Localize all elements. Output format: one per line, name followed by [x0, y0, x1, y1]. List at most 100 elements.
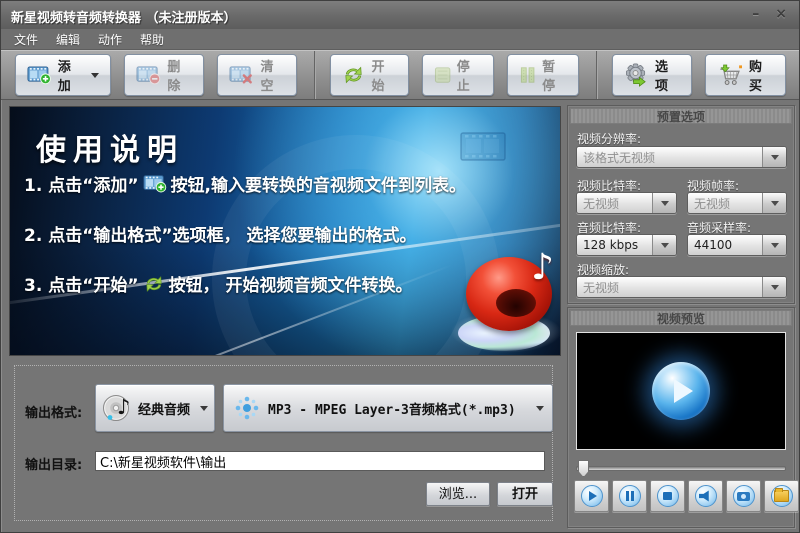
- usage-instructions-panel: 使用说明 1. 点击“添加” 按钮,输入要转换的音视频文件到列表。 2. 点击“…: [9, 106, 561, 356]
- add-video-icon: [27, 65, 52, 85]
- pause-button-label: 暂停: [542, 56, 567, 94]
- instruction-line-1-post: 按钮,输入要转换的音视频文件到列表。: [171, 171, 466, 196]
- instruction-line-3-post: 按钮， 开始视频音频文件转换。: [169, 271, 413, 296]
- audio-bitrate-dropdown[interactable]: 128 kbps: [576, 234, 677, 256]
- preview-snapshot-button[interactable]: [726, 480, 761, 512]
- folder-icon: [771, 485, 793, 507]
- instruction-line-3-pre: 3. 点击“开始”: [24, 271, 139, 296]
- instructions-heading: 使用说明: [36, 125, 184, 169]
- music-note-icon: [531, 247, 554, 288]
- red-music-disc-graphic: [458, 255, 558, 351]
- preview-controls: [574, 480, 799, 512]
- dropdown-arrow-icon[interactable]: [652, 193, 676, 213]
- instruction-line-1-pre: 1. 点击“添加”: [24, 171, 139, 196]
- seek-slider[interactable]: [576, 460, 786, 476]
- format-dropdown-arrow-icon[interactable]: [536, 406, 544, 411]
- stop-icon: [657, 485, 679, 507]
- options-button[interactable]: 选项: [612, 54, 692, 96]
- toolbar: 添加 删除 清空: [1, 50, 799, 100]
- pause-icon: [519, 66, 536, 84]
- output-dir-label: 输出目录:: [25, 454, 82, 473]
- refresh-inline-icon: [143, 275, 165, 293]
- stop-button-label: 停止: [457, 56, 482, 94]
- dropdown-arrow-icon[interactable]: [762, 147, 786, 167]
- instruction-line-1: 1. 点击“添加” 按钮,输入要转换的音视频文件到列表。: [24, 171, 466, 196]
- start-button[interactable]: 开始: [330, 54, 408, 96]
- delete-video-icon: [136, 65, 161, 85]
- red-disc-hole: [496, 289, 536, 317]
- buy-button[interactable]: 购买: [705, 54, 786, 96]
- video-bitrate-dropdown[interactable]: 无视频: [576, 192, 677, 214]
- start-button-label: 开始: [371, 56, 396, 94]
- preview-play-button[interactable]: [574, 480, 609, 512]
- minimize-button[interactable]: –: [752, 6, 759, 22]
- menu-edit[interactable]: 编辑: [47, 29, 89, 50]
- menu-help[interactable]: 帮助: [131, 29, 173, 50]
- dropdown-arrow-icon[interactable]: [762, 193, 786, 213]
- add-button-label: 添加: [58, 56, 83, 94]
- options-button-label: 选项: [655, 56, 680, 94]
- preview-folder-button[interactable]: [764, 480, 799, 512]
- output-dir-input[interactable]: [95, 451, 545, 471]
- video-resolution-value: 该格式无视频: [577, 149, 762, 166]
- clear-button[interactable]: 清空: [217, 54, 297, 96]
- menu-file[interactable]: 文件: [5, 29, 47, 50]
- preview-pause-button[interactable]: [612, 480, 647, 512]
- category-dropdown-arrow-icon[interactable]: [200, 406, 208, 411]
- menu-bar: 文件 编辑 动作 帮助: [1, 29, 799, 50]
- start-icon: [342, 65, 365, 85]
- speaker-icon: [695, 485, 717, 507]
- video-resolution-dropdown[interactable]: 该格式无视频: [576, 146, 787, 168]
- output-settings-panel: 输出格式: ♪ 经典音频 MP3 - MPEG Layer-3音频格式(*.mp: [14, 365, 553, 521]
- browse-button[interactable]: 浏览...: [426, 482, 490, 506]
- video-preview-group: 视频预览: [567, 307, 795, 528]
- mp3-format-icon: [232, 393, 262, 423]
- preset-options-group: 预置选项 视频分辨率: 该格式无视频 视频比特率: 视频帧率: 无视频 无视频 …: [567, 105, 795, 304]
- add-dropdown-arrow-icon[interactable]: [91, 73, 99, 78]
- output-format-dropdown[interactable]: MP3 - MPEG Layer-3音频格式(*.mp3): [223, 384, 553, 432]
- format-category-value: 经典音频: [138, 399, 196, 418]
- window-title: 新星视频转音频转换器 （未注册版本）: [11, 7, 237, 26]
- add-button[interactable]: 添加: [15, 54, 111, 96]
- stop-button[interactable]: 停止: [422, 54, 494, 96]
- preset-options-header: 预置选项: [570, 108, 792, 124]
- svg-text:♪: ♪: [117, 395, 130, 419]
- play-icon: [581, 485, 603, 507]
- menu-action[interactable]: 动作: [89, 29, 131, 50]
- seek-slider-track[interactable]: [576, 466, 786, 471]
- pause-icon: [619, 485, 641, 507]
- film-watermark-icon: [458, 127, 510, 165]
- dropdown-arrow-icon[interactable]: [762, 277, 786, 297]
- video-preview-header: 视频预览: [570, 310, 792, 326]
- instruction-line-2-text: 2. 点击“输出格式”选项框， 选择您要输出的格式。: [24, 221, 416, 246]
- preview-stop-button[interactable]: [650, 480, 685, 512]
- audio-bitrate-value: 128 kbps: [577, 238, 652, 252]
- pause-button[interactable]: 暂停: [507, 54, 579, 96]
- video-resolution-label: 视频分辨率:: [577, 130, 641, 147]
- video-scale-dropdown[interactable]: 无视频: [576, 276, 787, 298]
- instruction-line-2: 2. 点击“输出格式”选项框， 选择您要输出的格式。: [24, 221, 416, 246]
- close-button[interactable]: ×: [775, 6, 787, 22]
- output-format-value: MP3 - MPEG Layer-3音频格式(*.mp3): [268, 399, 530, 418]
- video-framerate-dropdown[interactable]: 无视频: [687, 192, 787, 214]
- toolbar-separator: [314, 51, 316, 99]
- audio-samplerate-dropdown[interactable]: 44100: [687, 234, 787, 256]
- dropdown-arrow-icon[interactable]: [652, 235, 676, 255]
- delete-button[interactable]: 删除: [124, 54, 204, 96]
- seek-slider-thumb[interactable]: [578, 460, 589, 477]
- preview-play-overlay-button[interactable]: [652, 362, 710, 420]
- format-category-dropdown[interactable]: ♪ 经典音频: [95, 384, 215, 432]
- camera-icon: [733, 485, 755, 507]
- app-window: 新星视频转音频转换器 （未注册版本） – × 文件 编辑 动作 帮助 添加: [0, 0, 800, 533]
- open-button[interactable]: 打开: [497, 482, 553, 506]
- instruction-line-3: 3. 点击“开始” 按钮， 开始视频音频文件转换。: [24, 271, 412, 296]
- buy-button-label: 购买: [749, 56, 774, 94]
- title-bar: 新星视频转音频转换器 （未注册版本） – ×: [1, 1, 799, 30]
- audio-samplerate-value: 44100: [688, 238, 762, 252]
- window-controls: – ×: [752, 6, 787, 22]
- dropdown-arrow-icon[interactable]: [762, 235, 786, 255]
- video-scale-value: 无视频: [577, 279, 762, 296]
- preview-volume-button[interactable]: [688, 480, 723, 512]
- video-bitrate-value: 无视频: [577, 195, 652, 212]
- film-add-inline-icon: [143, 174, 167, 193]
